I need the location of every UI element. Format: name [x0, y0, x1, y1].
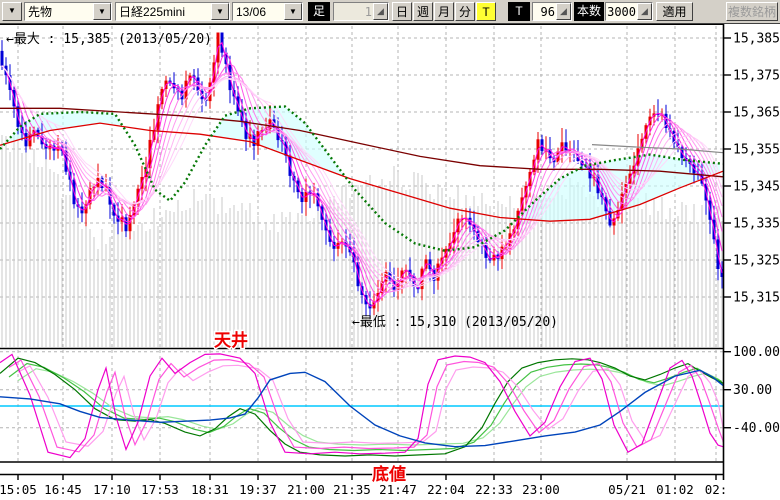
time-tick-label: 17:53	[141, 482, 179, 497]
time-tick-label: 22:33	[475, 482, 513, 497]
time-tick-label: 17:10	[93, 482, 131, 497]
spinner-icon[interactable]: ◢	[556, 3, 571, 20]
tick-count-input[interactable]	[533, 3, 556, 20]
chart-application-window: { "toolbar": { "mini_dropdown": "▼", "ma…	[0, 0, 780, 500]
price-tick-label: 15,355	[733, 143, 780, 158]
bar-count-label: 本数	[574, 2, 604, 21]
period-day-button[interactable]: 日	[392, 2, 412, 21]
price-tick-label: 15,335	[733, 217, 780, 232]
bottom-annotation: 底値	[372, 464, 406, 485]
time-tick-label: 23:00	[522, 482, 560, 497]
price-tick-label: 15,375	[733, 69, 780, 84]
tick-count-field[interactable]: ◢	[532, 2, 572, 21]
price-tick-label: 15,345	[733, 180, 780, 195]
price-tick-label: 15,385	[733, 32, 780, 47]
price-tick-label: 15,315	[733, 291, 780, 306]
collapse-dropdown-button[interactable]: ▼	[2, 2, 22, 21]
time-tick-label: 02:	[705, 482, 728, 497]
osc-tick-label: 100.00	[733, 345, 780, 360]
time-tick-label: 22:04	[427, 482, 465, 497]
time-tick-label: 21:35	[333, 482, 371, 497]
bar-interval-input[interactable]	[334, 3, 373, 20]
bar-count-input[interactable]	[606, 3, 637, 20]
bar-type-label: 足	[308, 2, 330, 21]
market-select[interactable]: 先物 ▼	[24, 2, 112, 21]
chevron-down-icon[interactable]: ▼	[211, 3, 229, 20]
market-select-value: 先物	[25, 3, 93, 20]
tick-count-label: T	[508, 2, 530, 21]
time-tick-label: 19:37	[239, 482, 277, 497]
osc-tick-label: 30.00	[733, 383, 772, 398]
contract-select[interactable]: 13/06 ▼	[232, 2, 303, 21]
time-tick-label: 05/21	[608, 482, 646, 497]
ceiling-annotation: 天井	[214, 330, 248, 351]
price-tick-label: 15,365	[733, 106, 780, 121]
bar-interval-field[interactable]: ◢	[333, 2, 389, 21]
period-tick-button[interactable]: T	[476, 2, 496, 21]
multi-symbol-button: 複数銘柄	[726, 2, 778, 21]
period-minute-button[interactable]: 分	[455, 2, 475, 21]
period-week-button[interactable]: 週	[413, 2, 433, 21]
time-tick-label: 18:31	[191, 482, 229, 497]
symbol-select[interactable]: 日経225mini ▼	[115, 2, 230, 21]
time-tick-label: 21:00	[287, 482, 325, 497]
chevron-down-icon[interactable]: ▼	[93, 3, 111, 20]
period-month-button[interactable]: 月	[434, 2, 454, 21]
osc-tick-label: -40.00	[733, 421, 780, 436]
min-annotation: ←最低 : 15,310 (2013/05/20)	[352, 315, 558, 330]
contract-select-value: 13/06	[233, 3, 284, 20]
spinner-icon[interactable]: ◢	[373, 3, 388, 20]
chevron-down-icon[interactable]: ▼	[284, 3, 302, 20]
time-tick-label: 16:45	[44, 482, 82, 497]
price-tick-label: 15,325	[733, 254, 780, 269]
max-annotation: ←最大 : 15,385 (2013/05/20)	[6, 32, 212, 47]
time-tick-label: 01:02	[656, 482, 694, 497]
apply-button[interactable]: 適用	[656, 2, 693, 21]
price-chart[interactable]: 15,385 15,375 15,365 15,355 15,345 15,33…	[0, 24, 780, 500]
bar-count-field[interactable]: ◢	[605, 2, 653, 21]
toolbar: ▼ 先物 ▼ 日経225mini ▼ 13/06 ▼ 足 ◢ 日 週 月 分 T…	[0, 0, 780, 24]
spinner-icon[interactable]: ◢	[637, 3, 652, 20]
symbol-select-value: 日経225mini	[116, 3, 211, 20]
time-tick-label: 15:05	[0, 482, 37, 497]
